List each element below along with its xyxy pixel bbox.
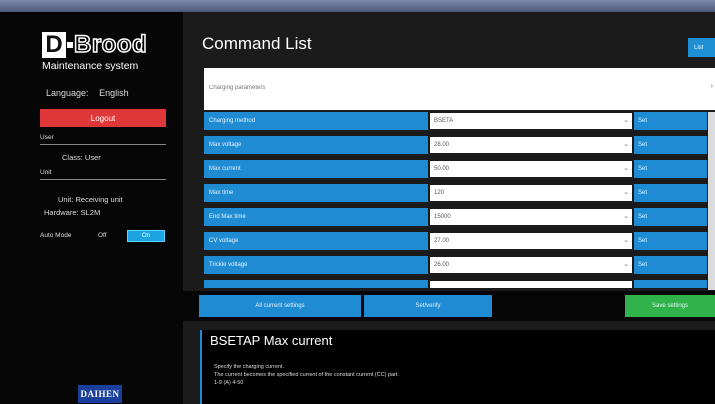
param-value-text: 28.00 xyxy=(434,142,450,148)
table-scrollbar[interactable] xyxy=(708,112,715,290)
param-label: Charging method xyxy=(204,112,428,130)
spin-icon[interactable]: ⌄ xyxy=(623,161,629,177)
page-title: Command List xyxy=(202,34,312,53)
language-value[interactable]: English xyxy=(99,88,129,98)
param-value-text: 26.00 xyxy=(434,262,450,268)
chevron-down-icon[interactable]: ⌄ xyxy=(623,113,629,129)
table-row: Max voltage 28.00 ⌄ Set xyxy=(204,136,707,154)
param-input[interactable]: 26.00 ⌄ xyxy=(430,257,632,273)
set-button[interactable]: Set xyxy=(634,136,707,154)
description-panel: BSETAP Max current Specify the charging … xyxy=(200,330,715,404)
spin-icon[interactable]: ⌄ xyxy=(623,209,629,225)
param-value-text: BSETA xyxy=(434,118,454,124)
set-button[interactable]: Set xyxy=(634,160,707,178)
set-button[interactable]: Set xyxy=(634,256,707,274)
all-current-settings-button[interactable]: All current settings xyxy=(199,295,361,317)
search-input[interactable] xyxy=(209,82,699,94)
set-button[interactable]: Set xyxy=(634,232,707,250)
brand-letter: D xyxy=(42,32,66,58)
param-select[interactable]: BSETA ⌄ xyxy=(430,113,632,129)
param-input[interactable]: 50.00 ⌄ xyxy=(430,161,632,177)
sidebar: D Brood Maintenance system Language: Eng… xyxy=(0,12,183,404)
param-value-text: 27.00 xyxy=(434,238,450,244)
param-value-text: 50.00 xyxy=(434,166,450,172)
param-label: Trickle voltage xyxy=(204,256,428,274)
spin-icon[interactable]: ⌄ xyxy=(623,233,629,249)
language-label: Language: xyxy=(46,88,89,98)
spin-icon[interactable]: ⌄ xyxy=(623,137,629,153)
search-panel: › xyxy=(204,68,715,110)
auto-mode-toggle[interactable]: On xyxy=(127,230,165,242)
param-label: Max voltage xyxy=(204,136,428,154)
param-input[interactable]: 120 ⌄ xyxy=(430,185,632,201)
daihen-logo: DAIHEN xyxy=(78,385,122,403)
set-verify-button[interactable]: Set/verify xyxy=(364,295,492,317)
brand-word: Brood xyxy=(73,31,148,59)
chevron-right-icon[interactable]: › xyxy=(711,83,713,90)
set-button-partial[interactable] xyxy=(634,280,707,288)
unit-divider xyxy=(40,179,166,180)
param-label: CV voltage xyxy=(204,232,428,250)
brand-logo: D Brood Maintenance system xyxy=(42,30,166,72)
description-title: BSETAP Max current xyxy=(210,333,333,348)
param-label: End Max time xyxy=(204,208,428,226)
table-row: End Max time 15000 ⌄ Set xyxy=(204,208,707,226)
auto-mode-on-label: On xyxy=(141,233,150,239)
table-row: Trickle voltage 26.00 ⌄ Set xyxy=(204,256,707,274)
spin-icon[interactable]: ⌄ xyxy=(623,185,629,201)
set-button[interactable]: Set xyxy=(634,208,707,226)
table-row: CV voltage 27.00 ⌄ Set xyxy=(204,232,707,250)
main-panel: Command List List › Charging method BSET… xyxy=(183,12,715,404)
save-settings-button[interactable]: Save settings xyxy=(625,295,715,317)
spin-icon[interactable]: ⌄ xyxy=(623,257,629,273)
param-label-partial xyxy=(204,280,428,288)
param-label: Max current xyxy=(204,160,428,178)
param-value-text: 15000 xyxy=(434,214,451,220)
description-line: 1-9 (A) 4-50 xyxy=(214,380,244,386)
description-line: The current becomes the specified curren… xyxy=(214,372,399,378)
brand-dash xyxy=(67,42,73,48)
param-input[interactable]: 28.00 ⌄ xyxy=(430,137,632,153)
set-button[interactable]: Set xyxy=(634,184,707,202)
action-bar: All current settings Set/verify Save set… xyxy=(183,291,715,321)
param-input[interactable]: 27.00 ⌄ xyxy=(430,233,632,249)
language-row[interactable]: Language: English xyxy=(46,88,129,98)
window-titlebar xyxy=(0,0,715,12)
description-line: Specify the charging current. xyxy=(214,364,285,370)
user-section-label: User xyxy=(40,134,54,141)
table-row: Max current 50.00 ⌄ Set xyxy=(204,160,707,178)
table-row: Max time 120 ⌄ Set xyxy=(204,184,707,202)
param-label: Max time xyxy=(204,184,428,202)
list-button[interactable]: List xyxy=(688,38,715,57)
param-value-text: 120 xyxy=(434,190,445,196)
table-row: Charging method BSETA ⌄ Set xyxy=(204,112,707,130)
unit-section-label: Unit xyxy=(40,169,52,176)
logout-button[interactable]: Logout xyxy=(40,109,166,127)
brand-subtitle: Maintenance system xyxy=(42,60,139,72)
unit-name: Unit: Receiving unit xyxy=(58,195,123,204)
param-input-partial[interactable] xyxy=(430,281,632,288)
param-input[interactable]: 15000 ⌄ xyxy=(430,209,632,225)
hardware-name: Hardware: SL2M xyxy=(44,208,101,217)
user-divider xyxy=(40,144,166,145)
auto-mode-label: Auto Mode xyxy=(40,232,72,239)
set-button[interactable]: Set xyxy=(634,112,707,130)
user-class: Class: User xyxy=(62,153,101,162)
table-row xyxy=(204,280,707,288)
auto-mode-off-label: Off xyxy=(98,232,107,239)
